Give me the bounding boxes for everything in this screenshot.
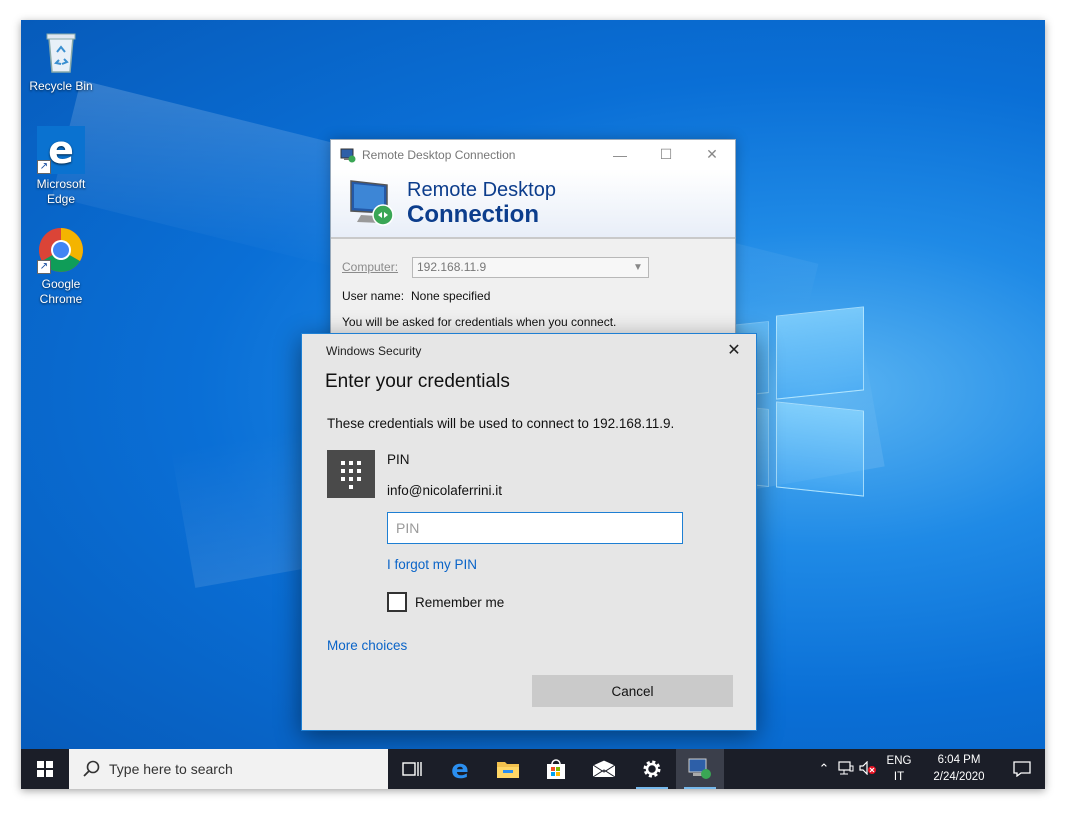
mail-icon bbox=[592, 760, 616, 778]
rdc-titlebar[interactable]: Remote Desktop Connection — ☐ ✕ bbox=[331, 140, 735, 169]
task-view-button[interactable] bbox=[388, 749, 436, 789]
rdc-window-title: Remote Desktop Connection bbox=[362, 147, 516, 162]
volume-muted-icon[interactable] bbox=[857, 760, 879, 778]
rdc-banner-line2: Connection bbox=[407, 201, 539, 228]
dialog-description: These credentials will be used to connec… bbox=[327, 416, 675, 431]
gear-icon bbox=[643, 760, 661, 778]
taskbar-settings[interactable] bbox=[628, 749, 676, 789]
pin-keypad-icon bbox=[327, 450, 375, 498]
folder-icon bbox=[497, 762, 519, 778]
computer-combobox[interactable]: 192.168.11.9 ▼ bbox=[412, 256, 649, 278]
remember-me-checkbox[interactable]: Remember me bbox=[387, 592, 504, 612]
desktop-icon-google-chrome[interactable]: ↗ Google Chrome bbox=[21, 226, 101, 307]
windows-security-dialog: Windows Security ✕ Enter your credential… bbox=[301, 333, 757, 731]
search-icon bbox=[83, 760, 100, 777]
taskbar-search-box[interactable]: Type here to search bbox=[69, 749, 388, 789]
desktop-icon-label: Google Chrome bbox=[39, 277, 83, 306]
clock-time: 6:04 PM bbox=[937, 754, 981, 766]
edge-icon: e ↗ bbox=[37, 126, 85, 174]
desktop-icon-label: Recycle Bin bbox=[29, 79, 93, 93]
dialog-caption: Windows Security bbox=[326, 344, 422, 358]
taskbar-mail[interactable] bbox=[580, 749, 628, 789]
clock-date: 2/24/2020 bbox=[933, 771, 985, 783]
account-name: info@nicolaferrini.it bbox=[387, 483, 503, 498]
chrome-icon: ↗ bbox=[37, 226, 85, 274]
maximize-button[interactable]: ☐ bbox=[643, 140, 689, 169]
action-center-button[interactable] bbox=[999, 761, 1045, 777]
pin-input[interactable] bbox=[387, 512, 683, 544]
chevron-up-icon[interactable]: ⌃ bbox=[813, 761, 835, 777]
computer-label: Computer: bbox=[342, 260, 399, 274]
rdc-monitor-icon bbox=[350, 180, 394, 226]
taskbar: Type here to search e ⌃ ENG IT 6:04 PM 2… bbox=[21, 749, 1045, 789]
cancel-button[interactable]: Cancel bbox=[532, 675, 733, 707]
windows-logo-icon bbox=[37, 761, 53, 777]
shortcut-arrow-icon: ↗ bbox=[37, 260, 51, 274]
rdc-body: Computer: 192.168.11.9 ▼ User name: None… bbox=[331, 239, 735, 334]
edge-icon: e bbox=[451, 757, 469, 781]
dialog-heading: Enter your credentials bbox=[325, 371, 510, 392]
desktop: Recycle Bin e ↗ Microsoft Edge ↗ Google … bbox=[21, 20, 1045, 789]
desktop-icon-microsoft-edge[interactable]: e ↗ Microsoft Edge bbox=[21, 126, 101, 207]
store-icon bbox=[547, 759, 565, 779]
start-button[interactable] bbox=[21, 749, 69, 789]
credentials-info-text: You will be asked for credentials when y… bbox=[342, 315, 617, 329]
task-view-icon bbox=[402, 762, 422, 776]
more-choices-link[interactable]: More choices bbox=[327, 638, 407, 653]
computer-value: 192.168.11.9 bbox=[417, 260, 487, 274]
svg-text:e: e bbox=[48, 128, 74, 172]
keyboard-layout: IT bbox=[893, 771, 905, 783]
clock[interactable]: 6:04 PM 2/24/2020 bbox=[919, 752, 999, 786]
close-icon[interactable]: ✕ bbox=[722, 340, 746, 362]
close-button[interactable]: ✕ bbox=[689, 140, 735, 169]
notification-icon bbox=[1013, 761, 1031, 777]
remote-desktop-icon bbox=[688, 758, 711, 779]
search-placeholder: Type here to search bbox=[109, 761, 233, 777]
forgot-pin-link[interactable]: I forgot my PIN bbox=[387, 557, 477, 572]
desktop-icon-label: Microsoft Edge bbox=[36, 177, 86, 206]
taskbar-remote-desktop[interactable] bbox=[676, 749, 724, 789]
recycle-bin-icon bbox=[37, 28, 85, 76]
rdc-window: Remote Desktop Connection — ☐ ✕ Remote D… bbox=[330, 139, 736, 349]
taskbar-microsoft-store[interactable] bbox=[532, 749, 580, 789]
language-code: ENG bbox=[886, 755, 912, 767]
taskbar-edge[interactable]: e bbox=[436, 749, 484, 789]
remember-me-label: Remember me bbox=[415, 594, 505, 610]
rdc-banner-line1: Remote Desktop bbox=[407, 179, 556, 201]
input-language[interactable]: ENG IT bbox=[879, 753, 919, 785]
shortcut-arrow-icon: ↗ bbox=[37, 160, 51, 174]
minimize-button[interactable]: — bbox=[597, 140, 643, 169]
username-value: None specified bbox=[411, 289, 491, 303]
system-tray: ⌃ ENG IT 6:04 PM 2/24/2020 bbox=[813, 749, 1045, 789]
credential-provider-label: PIN bbox=[387, 452, 410, 467]
checkbox-box[interactable] bbox=[387, 592, 407, 612]
taskbar-file-explorer[interactable] bbox=[484, 749, 532, 789]
chevron-down-icon[interactable]: ▼ bbox=[628, 262, 648, 273]
rdc-banner: Remote Desktop Connection bbox=[331, 169, 735, 239]
svg-text:e: e bbox=[451, 757, 469, 781]
desktop-icon-recycle-bin[interactable]: Recycle Bin bbox=[21, 28, 101, 94]
username-label: User name: bbox=[342, 289, 405, 303]
network-icon[interactable] bbox=[835, 760, 857, 778]
rdc-app-icon bbox=[340, 148, 356, 162]
